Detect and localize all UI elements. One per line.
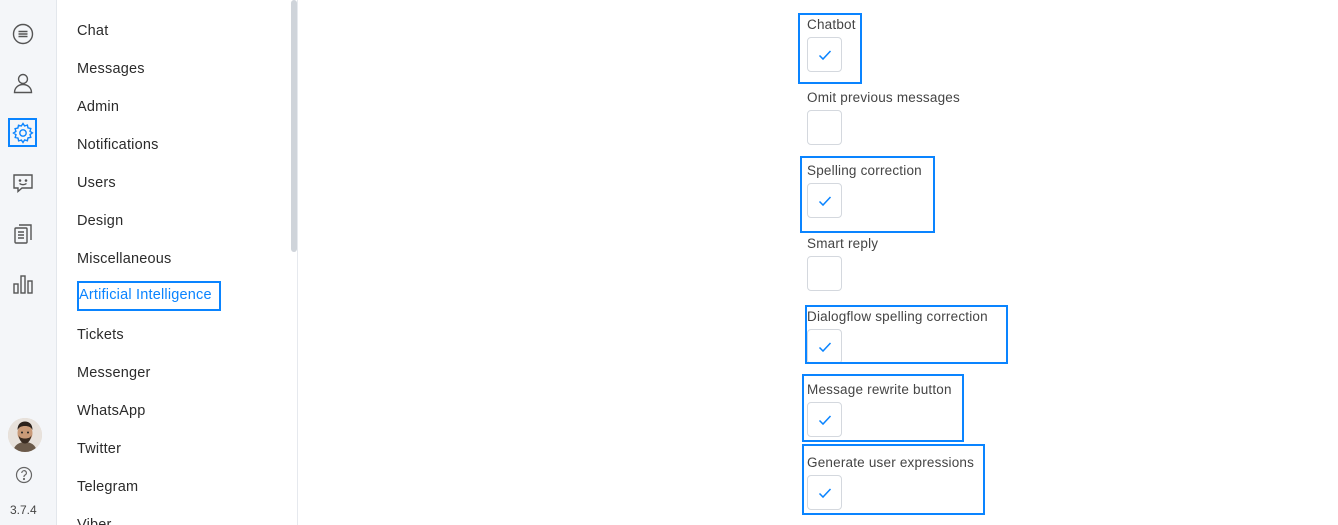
version-label: 3.7.4: [10, 503, 37, 517]
setting-spelling-correction: Spelling correction: [807, 163, 922, 218]
help-icon[interactable]: [15, 466, 33, 484]
generate-user-expressions-checkbox[interactable]: [807, 475, 842, 510]
setting-generate-user-expressions: Generate user expressions: [807, 455, 974, 510]
setting-dialogflow-spelling-correction: Dialogflow spelling correction: [807, 309, 988, 364]
nav-item-telegram[interactable]: Telegram: [77, 479, 138, 495]
chat-icon[interactable]: [8, 19, 37, 48]
documents-icon[interactable]: [8, 219, 37, 248]
nav-item-admin[interactable]: Admin: [77, 99, 119, 115]
gear-icon[interactable]: [8, 118, 37, 147]
nav-item-messenger[interactable]: Messenger: [77, 365, 151, 381]
nav-item-notifications[interactable]: Notifications: [77, 137, 159, 153]
setting-message-rewrite-button: Message rewrite button: [807, 382, 952, 437]
bar-chart-icon[interactable]: [8, 269, 37, 298]
message-rewrite-button-checkbox[interactable]: [807, 402, 842, 437]
setting-label: Generate user expressions: [807, 455, 975, 470]
setting-label: Dialogflow spelling correction: [807, 309, 988, 324]
setting-label: Smart reply: [807, 236, 879, 251]
chatbot-icon[interactable]: [8, 168, 37, 197]
setting-smart-reply: Smart reply: [807, 236, 878, 291]
nav-item-whatsapp[interactable]: WhatsApp: [77, 403, 146, 419]
setting-label: Spelling correction: [807, 163, 922, 178]
nav-item-twitter[interactable]: Twitter: [77, 441, 121, 457]
chatbot-checkbox[interactable]: [807, 37, 842, 72]
user-icon[interactable]: [8, 68, 37, 97]
smart-reply-checkbox[interactable]: [807, 256, 842, 291]
checkmark-icon: [818, 49, 831, 60]
nav-item-design[interactable]: Design: [77, 213, 123, 229]
nav-item-messages[interactable]: Messages: [77, 61, 145, 77]
icon-rail: 3.7.4: [0, 0, 57, 525]
nav-item-viber[interactable]: Viber: [77, 517, 112, 525]
setting-label: Message rewrite button: [807, 382, 952, 397]
nav-item-artificial-intelligence[interactable]: Artificial Intelligence: [77, 281, 221, 311]
setting-chatbot: Chatbot: [807, 17, 856, 72]
omit-previous-messages-checkbox[interactable]: [807, 110, 842, 145]
nav-divider: [297, 0, 298, 525]
setting-label: Chatbot: [807, 17, 856, 32]
spelling-correction-checkbox[interactable]: [807, 183, 842, 218]
avatar[interactable]: [8, 418, 42, 452]
nav-item-miscellaneous[interactable]: Miscellaneous: [77, 251, 171, 267]
dialogflow-spelling-correction-checkbox[interactable]: [807, 329, 842, 364]
setting-label: Omit previous messages: [807, 90, 960, 105]
nav-item-tickets[interactable]: Tickets: [77, 327, 124, 343]
nav-item-chat[interactable]: Chat: [77, 23, 108, 39]
nav-item-users[interactable]: Users: [77, 175, 116, 191]
setting-omit-previous-messages: Omit previous messages: [807, 90, 960, 145]
